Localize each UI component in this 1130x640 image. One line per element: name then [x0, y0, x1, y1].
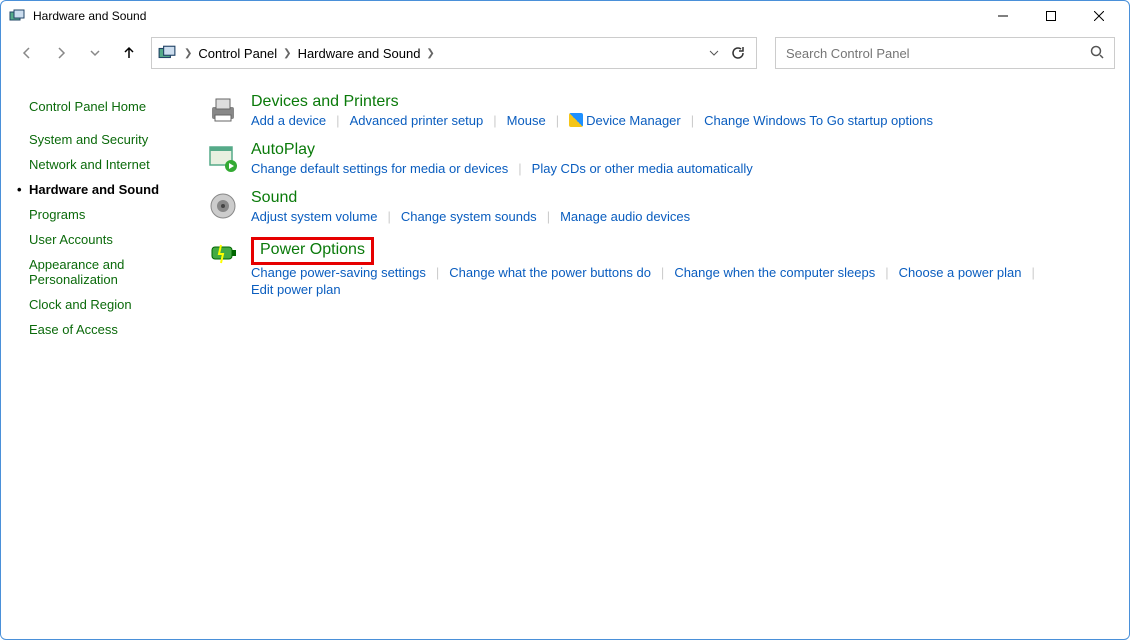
- sidebar-item-programs[interactable]: Programs: [29, 207, 205, 222]
- power-options-heading[interactable]: Power Options: [260, 241, 365, 259]
- nav-back-button[interactable]: [15, 41, 39, 65]
- play-cds-link[interactable]: Play CDs or other media automatically: [532, 161, 753, 176]
- close-button[interactable]: [1077, 2, 1121, 30]
- choose-power-plan-link[interactable]: Choose a power plan: [899, 265, 1022, 280]
- main-panel: Devices and Printers Add a device| Advan…: [205, 89, 1115, 347]
- sound-icon: [205, 189, 241, 225]
- devices-printers-heading[interactable]: Devices and Printers: [251, 93, 399, 111]
- mouse-link[interactable]: Mouse: [507, 113, 546, 128]
- sidebar-item-system-security[interactable]: System and Security: [29, 132, 205, 147]
- change-system-sounds-link[interactable]: Change system sounds: [401, 209, 537, 224]
- sidebar-item-clock-region[interactable]: Clock and Region: [29, 297, 205, 312]
- power-buttons-link[interactable]: Change what the power buttons do: [449, 265, 651, 280]
- sidebar: Control Panel Home System and Security N…: [15, 89, 205, 347]
- edit-power-plan-link[interactable]: Edit power plan: [251, 282, 341, 297]
- refresh-button[interactable]: [726, 41, 750, 65]
- chevron-right-icon: ❯: [426, 48, 434, 59]
- control-panel-home-link[interactable]: Control Panel Home: [29, 99, 205, 114]
- autoplay-heading[interactable]: AutoPlay: [251, 141, 315, 159]
- sidebar-item-hardware-sound[interactable]: Hardware and Sound: [29, 182, 205, 197]
- computer-sleeps-link[interactable]: Change when the computer sleeps: [674, 265, 875, 280]
- sidebar-item-appearance[interactable]: Appearance and Personalization: [29, 257, 205, 287]
- advanced-printer-setup-link[interactable]: Advanced printer setup: [350, 113, 484, 128]
- maximize-button[interactable]: [1029, 2, 1073, 30]
- chevron-right-icon: ❯: [184, 48, 192, 59]
- nav-forward-button[interactable]: [49, 41, 73, 65]
- address-bar[interactable]: ❯ Control Panel ❯ Hardware and Sound ❯: [151, 37, 757, 69]
- device-manager-link[interactable]: Device Manager: [569, 113, 681, 128]
- address-dropdown-button[interactable]: [702, 41, 726, 65]
- autoplay-icon: [205, 141, 241, 177]
- devices-printers-icon: [205, 93, 241, 129]
- nav-up-button[interactable]: [117, 41, 141, 65]
- sidebar-item-user-accounts[interactable]: User Accounts: [29, 232, 205, 247]
- chevron-right-icon: ❯: [283, 48, 291, 59]
- change-power-saving-link[interactable]: Change power-saving settings: [251, 265, 426, 280]
- nav-recent-dropdown[interactable]: [83, 41, 107, 65]
- adjust-volume-link[interactable]: Adjust system volume: [251, 209, 377, 224]
- breadcrumb-root[interactable]: Control Panel: [194, 44, 281, 63]
- search-box[interactable]: [775, 37, 1115, 69]
- sound-heading[interactable]: Sound: [251, 189, 297, 207]
- add-device-link[interactable]: Add a device: [251, 113, 326, 128]
- autoplay-defaults-link[interactable]: Change default settings for media or dev…: [251, 161, 508, 176]
- search-input[interactable]: [786, 46, 1090, 61]
- sidebar-item-network-internet[interactable]: Network and Internet: [29, 157, 205, 172]
- windows-to-go-link[interactable]: Change Windows To Go startup options: [704, 113, 933, 128]
- location-icon: [158, 44, 176, 62]
- window-title: Hardware and Sound: [33, 9, 981, 23]
- power-options-icon: [205, 237, 241, 273]
- search-icon[interactable]: [1090, 45, 1104, 62]
- breadcrumb-current[interactable]: Hardware and Sound: [294, 44, 425, 63]
- minimize-button[interactable]: [981, 2, 1025, 30]
- app-icon: [9, 8, 25, 24]
- manage-audio-devices-link[interactable]: Manage audio devices: [560, 209, 690, 224]
- sidebar-item-ease-of-access[interactable]: Ease of Access: [29, 322, 205, 337]
- power-options-highlight: Power Options: [251, 237, 374, 265]
